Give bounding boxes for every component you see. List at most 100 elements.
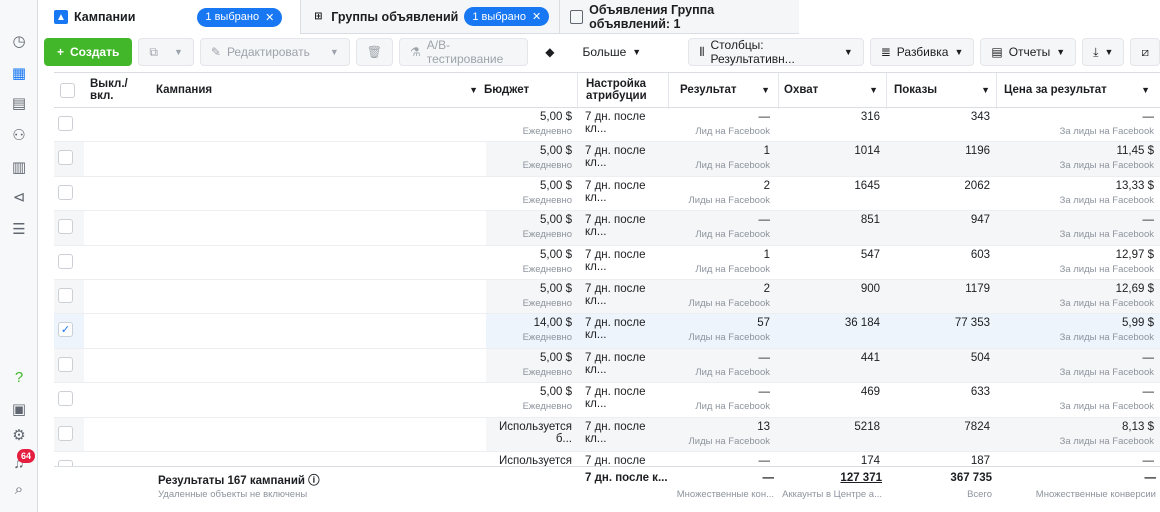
cpr-sub: За лиды на Facebook [1059, 366, 1154, 378]
more-button[interactable]: Больше ▼ [571, 38, 652, 66]
cpr-cell: — [1142, 214, 1155, 227]
header-result[interactable]: Результат ▼ [674, 73, 778, 107]
row-checkbox[interactable] [58, 356, 73, 372]
table-row[interactable]: 5,00 $ Ежедневно 7 дн. после кл... 2 Лиды на… [54, 279, 1160, 315]
footer-cpr-sub: Множественные конверсии [1035, 489, 1156, 500]
chevron-down-icon: ▼ [632, 47, 642, 57]
budget-sub: Ежедневно [522, 401, 572, 413]
dashboard-icon[interactable]: ◷ [8, 30, 30, 52]
pages-icon[interactable]: ▤ [8, 92, 30, 114]
cpr-cell: 5,99 $ [1122, 317, 1154, 330]
impressions-cell: 633 [970, 386, 990, 399]
chart-icon: ⧄ [1141, 44, 1149, 59]
reach-cell: 469 [860, 386, 880, 399]
result-cell: 1 [763, 248, 770, 261]
table-row[interactable]: 5,00 $ Ежедневно 7 дн. после кл... — Лид на … [54, 211, 1160, 246]
row-checkbox[interactable] [58, 253, 73, 269]
footer-cpr: — [1144, 472, 1157, 484]
result-cell: — [758, 351, 771, 364]
header-campaign[interactable]: Кампания ▼ [150, 73, 486, 107]
download-icon: ⤓ [1093, 44, 1099, 59]
row-checkbox[interactable] [58, 391, 73, 407]
result-sub: Лид на Facebook [695, 229, 770, 241]
header-onoff[interactable]: Выкл./вкл. [84, 73, 146, 107]
ads-manager-table-icon[interactable]: ▦ [8, 62, 30, 84]
flask-icon: ⚗ [410, 45, 421, 59]
result-cell: 13 [757, 420, 770, 433]
row-checkbox[interactable] [58, 150, 73, 166]
chart-button[interactable]: ⧄ [1130, 38, 1160, 66]
settings-icon[interactable]: ⚙ [8, 424, 30, 446]
result-sub: Лид на Facebook [695, 401, 770, 413]
row-checkbox[interactable] [58, 184, 73, 200]
table-row[interactable]: 5,00 $ Ежедневно 7 дн. после кл... 1 Лид на … [54, 142, 1160, 177]
export-button[interactable]: ⤓ ▼ [1082, 38, 1125, 66]
row-checkbox[interactable] [58, 425, 73, 441]
chevron-down-icon: ▼ [843, 47, 853, 57]
table-row[interactable]: Используется б... 7 дн. после кл... 13 Лиды… [54, 417, 1160, 452]
row-checkbox[interactable]: ✓ [58, 322, 73, 338]
footer-attr: 7 дн. после к... [585, 472, 668, 484]
columns-icon: ⦀ [699, 44, 705, 59]
edit-button[interactable]: ✎ Редактировать ▼ [199, 38, 350, 66]
row-checkbox[interactable] [58, 287, 73, 303]
footer-reach-sub: Аккаунты в Центре а... [782, 489, 882, 500]
help-icon[interactable]: ? [8, 366, 30, 388]
attribution-cell: 7 дн. после кл... [585, 420, 646, 445]
table-row[interactable]: ✓ 14,00 $ Ежедневно 7 дн. после кл... 57 Лиды… [54, 314, 1160, 349]
result-cell: 57 [757, 317, 770, 330]
result-cell: 2 [763, 179, 770, 192]
table-row[interactable]: 5,00 $ Ежедневно 7 дн. после кл... — Лид на … [54, 108, 1160, 143]
tab-ads[interactable]: Объявления Группа объявлений: 1 [559, 0, 800, 34]
search-icon[interactable]: ⌕ [8, 478, 30, 500]
reports-button[interactable]: ▤ Отчеты ▼ [980, 38, 1077, 66]
sort-icon: ▼ [981, 85, 990, 95]
tag-button[interactable]: ◆ [534, 38, 565, 66]
breakdown-button[interactable]: ≣ Разбивка ▼ [869, 38, 975, 66]
reach-cell: 441 [860, 351, 880, 364]
select-all-cell[interactable] [54, 73, 84, 107]
table-row[interactable]: 5,00 $ Ежедневно 7 дн. после кл... 2 Лиды на… [54, 176, 1160, 212]
row-checkbox[interactable] [58, 219, 73, 235]
budget-sub: Ежедневно [522, 366, 572, 378]
catalog-icon[interactable]: ▥ [8, 156, 30, 178]
ab-test-button[interactable]: ⚗ A/B-тестирование [399, 38, 529, 66]
megaphone-icon[interactable]: ⊲ [8, 186, 30, 208]
campaign-name-cell [84, 348, 486, 383]
impressions-cell: 504 [970, 351, 990, 364]
cpr-cell: 12,69 $ [1115, 282, 1154, 295]
duplicate-icon: ⧉ [149, 44, 158, 59]
table-row[interactable]: 5,00 $ Ежедневно 7 дн. после кл... 1 Лид на … [54, 245, 1160, 280]
header-attribution[interactable]: Настройка атрибуции [580, 73, 668, 107]
create-button[interactable]: + Создать [44, 38, 133, 66]
table-row[interactable]: 5,00 $ Ежедневно 7 дн. после кл... — Лид на … [54, 383, 1160, 418]
budget-cell: 5,00 $ [540, 214, 572, 227]
menu-icon[interactable]: ☰ [8, 218, 30, 240]
tab-campaigns[interactable]: ▲ Кампании 1 выбрано ✕ [44, 0, 292, 34]
campaigns-selected-pill[interactable]: 1 выбрано ✕ [197, 7, 283, 27]
cpr-cell: 8,13 $ [1122, 420, 1154, 433]
feedback-icon[interactable]: ▣ [8, 398, 30, 420]
sort-icon: ▼ [469, 85, 478, 95]
footer-reach[interactable]: 127 371 [778, 472, 882, 484]
header-cpr[interactable]: Цена за результат ▼ [998, 73, 1158, 107]
impressions-cell: 77 353 [954, 317, 990, 330]
header-reach[interactable]: Охват ▼ [778, 73, 886, 107]
delete-button[interactable]: 🗑 [355, 38, 393, 66]
adsets-selected-pill[interactable]: 1 выбрано ✕ [464, 7, 550, 26]
close-icon: ✕ [265, 11, 275, 24]
duplicate-button[interactable]: ⧉ ▼ [138, 38, 194, 66]
table-row[interactable]: 5,00 $ Ежедневно 7 дн. после кл... — Лид на … [54, 348, 1160, 384]
columns-button[interactable]: ⦀ Столбцы: Результативн... ▼ [688, 38, 864, 66]
audiences-icon[interactable]: ⚇ [8, 124, 30, 146]
row-checkbox[interactable] [58, 116, 73, 131]
header-budget[interactable]: Бюджет [478, 73, 578, 107]
header-impressions[interactable]: Показы ▼ [888, 73, 998, 107]
footer-impressions-sub: Всего [967, 489, 992, 500]
pencil-icon: ✎ [210, 45, 221, 59]
result-sub: Лиды на Facebook [688, 194, 770, 206]
chevron-down-icon: ▼ [173, 47, 183, 57]
tab-adsets[interactable]: ⊞ Группы объявлений 1 выбрано ✕ [300, 0, 560, 34]
impressions-cell: 1196 [965, 145, 990, 158]
cpr-cell: — [1142, 351, 1155, 364]
